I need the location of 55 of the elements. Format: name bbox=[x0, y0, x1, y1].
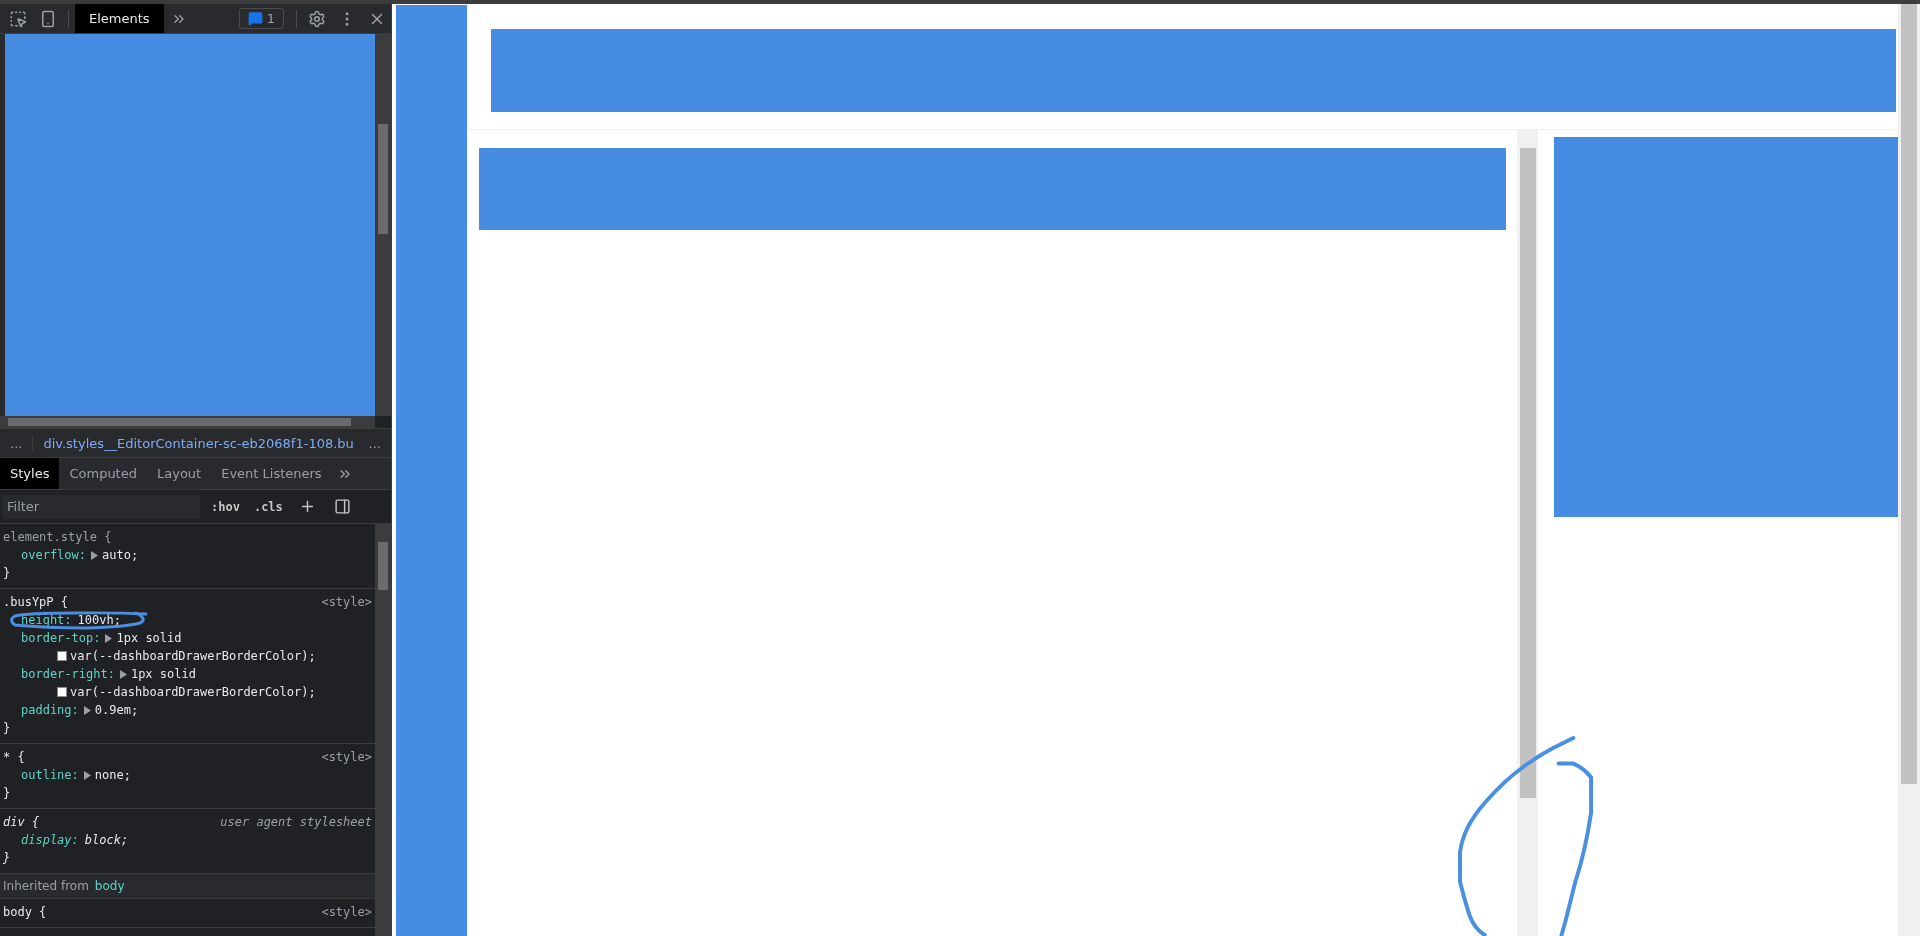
rule-selector: div { bbox=[3, 814, 40, 831]
color-swatch[interactable] bbox=[57, 687, 67, 697]
rule-source[interactable]: <style> bbox=[321, 593, 372, 611]
property-name[interactable]: border-top: bbox=[21, 629, 101, 647]
element-link[interactable]: body bbox=[94, 877, 125, 895]
panel-tab[interactable]: Layout bbox=[147, 458, 212, 489]
property-value[interactable]: block; bbox=[84, 831, 129, 849]
property-name[interactable]: padding: bbox=[21, 701, 79, 719]
scrollbar[interactable] bbox=[0, 416, 375, 428]
expand-triangle-icon[interactable] bbox=[118, 669, 127, 679]
filter-toggle[interactable]: :hov bbox=[208, 499, 243, 514]
property-name[interactable]: border-right: bbox=[21, 665, 115, 683]
property-value[interactable]: 100vh; bbox=[77, 611, 121, 629]
elements-tab[interactable]: Elements bbox=[75, 4, 164, 33]
rule-selector: body { bbox=[3, 904, 47, 921]
breadcrumb-item[interactable]: div.styles__EditorContainer-sc-eb2068f1-108.bu bbox=[32, 435, 359, 451]
property-name[interactable]: outline: bbox=[21, 766, 79, 784]
rule-selector: .busYpP { bbox=[3, 594, 69, 611]
scrollbar[interactable] bbox=[375, 34, 391, 416]
rule-brace: } bbox=[3, 786, 11, 800]
issues-button[interactable]: 1 bbox=[238, 8, 284, 29]
property-name[interactable]: display: bbox=[21, 831, 79, 849]
property-value[interactable]: 1px solid bbox=[116, 629, 182, 647]
panel-tab[interactable]: Event Listeners bbox=[211, 458, 332, 489]
more-crumbs[interactable]: ... bbox=[358, 435, 391, 451]
chat-icon bbox=[247, 11, 263, 26]
rule-source[interactable]: <style> bbox=[321, 748, 372, 766]
more-crumbs[interactable]: ... bbox=[0, 435, 33, 451]
property-value[interactable]: 1px solid bbox=[130, 665, 196, 683]
rule-selector: element.style { bbox=[3, 529, 112, 546]
scrollbar[interactable] bbox=[1898, 4, 1920, 936]
property-value[interactable]: var(--dashboardDrawerBorderColor); bbox=[70, 647, 316, 665]
rule-source: user agent stylesheet bbox=[220, 814, 372, 831]
color-swatch[interactable] bbox=[57, 651, 67, 661]
property-value[interactable]: none; bbox=[94, 766, 131, 784]
filter-field[interactable]: Filter bbox=[2, 494, 200, 519]
panel-tab[interactable]: Styles bbox=[0, 458, 60, 489]
rule-source[interactable]: <style> bbox=[321, 903, 372, 921]
rule-brace: } bbox=[3, 851, 11, 865]
scrollbar[interactable] bbox=[375, 524, 391, 936]
filter-toggle[interactable]: .cls bbox=[250, 499, 286, 514]
property-name[interactable]: overflow: bbox=[21, 546, 87, 564]
rule-selector: * { bbox=[3, 749, 25, 766]
expand-triangle-icon[interactable] bbox=[104, 633, 113, 643]
panel-tab[interactable]: Computed bbox=[59, 458, 147, 489]
inherited-label: Inherited from bbox=[3, 878, 89, 895]
property-value[interactable]: auto; bbox=[102, 546, 139, 564]
property-value[interactable]: var(--dashboardDrawerBorderColor); bbox=[70, 683, 316, 701]
property-value[interactable]: 0.9em; bbox=[94, 701, 139, 719]
scrollbar[interactable] bbox=[1517, 130, 1538, 936]
rule-brace: } bbox=[3, 721, 11, 735]
expand-triangle-icon[interactable] bbox=[82, 705, 91, 715]
expand-triangle-icon[interactable] bbox=[82, 770, 91, 780]
rule-brace: } bbox=[3, 566, 11, 580]
expand-triangle-icon[interactable] bbox=[90, 550, 99, 560]
